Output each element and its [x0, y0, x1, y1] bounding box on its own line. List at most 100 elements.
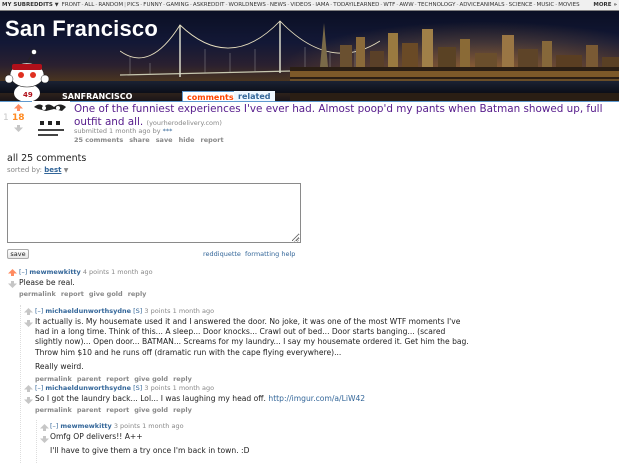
chevron-down-icon[interactable]: ▼: [64, 167, 69, 174]
top-bar-link-pics[interactable]: PICS: [127, 2, 139, 8]
upvote-arrow-icon[interactable]: [8, 269, 17, 276]
link-thumbnail[interactable]: [32, 101, 70, 139]
downvote-arrow-icon[interactable]: [8, 281, 17, 288]
imgur-link[interactable]: http://imgur.com/a/LiW42: [268, 394, 365, 403]
top-bar-link-news[interactable]: NEWS: [270, 2, 287, 8]
permalink-link[interactable]: permalink: [19, 290, 56, 298]
reply-link[interactable]: reply: [173, 375, 192, 383]
downvote-arrow-icon[interactable]: [14, 125, 23, 132]
comment-links: permalink parent report give gold reply: [35, 406, 610, 414]
downvote-arrow-icon[interactable]: [40, 436, 49, 443]
downvote-arrow-icon[interactable]: [24, 397, 33, 404]
comment: [–] michaeldunworthsydne [S] 3 points 1 …: [35, 384, 610, 414]
top-bar-link-funny[interactable]: FUNNY: [143, 2, 162, 8]
top-bar-link-science[interactable]: SCIENCE: [509, 2, 533, 8]
top-bar-link-random[interactable]: RANDOM: [98, 2, 123, 8]
top-bar-link-askreddit[interactable]: ASKREDDIT: [193, 2, 225, 8]
permalink-link[interactable]: permalink: [35, 406, 72, 414]
comment: [–] mewmewkitty 3 points 1 month ago Omf…: [50, 422, 610, 458]
reply-link[interactable]: reply: [128, 290, 147, 298]
parent-link[interactable]: parent: [77, 406, 101, 414]
comment-text: I'll have to give them a try once I'm ba…: [50, 446, 250, 456]
comment-text: It actually is. My housemate used it and…: [35, 317, 469, 357]
report-link[interactable]: report: [106, 375, 129, 383]
collapse-toggle[interactable]: [–]: [50, 422, 58, 430]
top-bar-link-wtf[interactable]: WTF: [383, 2, 395, 8]
comment-textarea[interactable]: [7, 183, 301, 243]
formatting-help-link[interactable]: formatting help: [245, 250, 295, 258]
comment-author[interactable]: mewmewkitty: [60, 422, 111, 430]
share-button[interactable]: share: [129, 136, 150, 144]
comment-meta: 3 points 1 month ago: [113, 422, 184, 430]
save-link-button[interactable]: save: [156, 136, 173, 144]
subreddit-name-link[interactable]: SANFRANCISCO: [62, 92, 132, 101]
link-title[interactable]: One of the funniest experiences I've eve…: [74, 103, 614, 130]
comment-links: permalink report give gold reply: [19, 290, 614, 298]
top-bar-link-worldnews[interactable]: WORLDNEWS: [228, 2, 265, 8]
comments-count-link[interactable]: 25 comments: [74, 136, 123, 144]
report-button[interactable]: report: [201, 136, 224, 144]
upvote-arrow-icon[interactable]: [14, 104, 23, 111]
resize-handle-icon[interactable]: [293, 237, 299, 243]
sort-selector[interactable]: sorted by: best ▼: [7, 166, 68, 174]
thread-line: [36, 420, 37, 463]
top-bar-link-all[interactable]: ALL: [84, 2, 94, 8]
dropdown-arrow-icon: ▼: [54, 2, 59, 8]
comment-meta: 4 points 1 month ago: [82, 268, 153, 276]
top-bar-link-technology[interactable]: TECHNOLOGY: [418, 2, 456, 8]
parent-link[interactable]: parent: [77, 375, 101, 383]
comments-heading: all 25 comments: [7, 153, 87, 164]
reply-link[interactable]: reply: [173, 406, 192, 414]
top-bar-link-todayilearned[interactable]: TODAYILEARNED: [333, 2, 379, 8]
give-gold-link[interactable]: give gold: [134, 406, 168, 414]
permalink-link[interactable]: permalink: [35, 375, 72, 383]
link-author[interactable]: ***: [163, 127, 173, 135]
report-link[interactable]: report: [61, 290, 84, 298]
hide-button[interactable]: hide: [179, 136, 195, 144]
top-bar-link-movies[interactable]: MOVIES: [558, 2, 579, 8]
my-subreddits-dropdown[interactable]: MY SUBREDDITS ▼: [0, 0, 62, 10]
collapse-toggle[interactable]: [–]: [35, 307, 43, 315]
comment-author[interactable]: mewmewkitty: [29, 268, 80, 276]
top-bar-link-aww[interactable]: AWW: [399, 2, 413, 8]
sort-value[interactable]: best: [44, 166, 61, 174]
tab-related[interactable]: related: [234, 91, 275, 101]
comment-text: Really weird.: [35, 361, 84, 371]
link-domain[interactable]: (yourherodelivery.com): [147, 119, 222, 127]
upvote-arrow-icon[interactable]: [40, 424, 49, 431]
top-bar-link-music[interactable]: MUSIC: [537, 2, 555, 8]
subreddit-title[interactable]: San Francisco: [5, 16, 158, 42]
comment-meta: 3 points 1 month ago: [144, 384, 215, 392]
svg-text:49: 49: [23, 91, 33, 99]
report-link[interactable]: report: [106, 406, 129, 414]
give-gold-link[interactable]: give gold: [134, 375, 168, 383]
link-rank: 1: [3, 113, 9, 123]
thread-line: [20, 305, 21, 463]
top-bar-link-adviceanimals[interactable]: ADVICEANIMALS: [459, 2, 504, 8]
more-link[interactable]: MORE »: [591, 0, 619, 10]
comment-tagline: [–] mewmewkitty 4 points 1 month ago: [19, 268, 614, 276]
submitter-flair: [S]: [133, 307, 143, 315]
upvote-arrow-icon[interactable]: [24, 385, 33, 392]
reddiquette-link[interactable]: reddiquette: [203, 250, 241, 258]
comment-body: Please be real.: [19, 278, 614, 288]
top-bar-link-gaming[interactable]: GAMING: [166, 2, 189, 8]
top-bar-link-iama[interactable]: IAMA: [315, 2, 329, 8]
collapse-toggle[interactable]: [–]: [35, 384, 43, 392]
comment-author[interactable]: michaeldunworthsydne: [45, 307, 131, 315]
tab-comments[interactable]: comments: [182, 91, 239, 101]
link-buttons: 25 comments share save hide report: [74, 136, 230, 144]
comment-author[interactable]: michaeldunworthsydne: [45, 384, 131, 392]
give-gold-link[interactable]: give gold: [89, 290, 123, 298]
collapse-toggle[interactable]: [–]: [19, 268, 27, 276]
top-bar-link-front[interactable]: FRONT: [62, 2, 81, 8]
upvote-arrow-icon[interactable]: [24, 308, 33, 315]
comment: [–] mewmewkitty 4 points 1 month ago Ple…: [19, 268, 614, 298]
submitter-flair: [S]: [133, 384, 143, 392]
link-score: 18: [12, 113, 25, 123]
top-bar-link-videos[interactable]: VIDEOS: [290, 2, 311, 8]
comment-body: It actually is. My housemate used it and…: [35, 317, 475, 372]
comment-meta: 3 points 1 month ago: [144, 307, 215, 315]
save-comment-button[interactable]: save: [7, 249, 29, 259]
downvote-arrow-icon[interactable]: [24, 320, 33, 327]
